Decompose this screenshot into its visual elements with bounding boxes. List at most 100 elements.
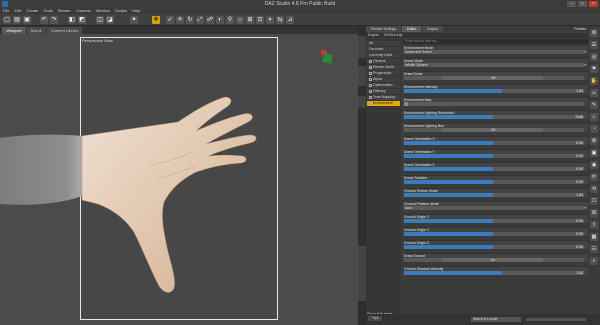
slider-value[interactable]: 0.00 <box>576 180 583 184</box>
minimize-button[interactable]: – <box>567 1 576 7</box>
translate-icon[interactable]: ✛ <box>176 16 184 24</box>
slider-value[interactable]: 1.00 <box>576 89 583 93</box>
toggle-button[interactable]: Off <box>443 76 543 80</box>
expand-icon[interactable] <box>369 71 372 75</box>
pane-toggle-icon[interactable]: ☷ <box>590 245 598 253</box>
property-dropdown[interactable]: Infinite Sphere <box>404 63 584 67</box>
pane-toggle-icon[interactable]: ✎ <box>590 101 598 109</box>
scale-icon[interactable]: ⤢ <box>196 16 204 24</box>
expand-icon[interactable] <box>369 59 372 63</box>
slider-value[interactable]: 0.00 <box>576 154 583 158</box>
filter-input[interactable]: Enter text to filter by... <box>403 39 588 44</box>
active-pose-icon[interactable]: ☍ <box>206 16 214 24</box>
expand-icon[interactable] <box>369 95 372 99</box>
tree-item-general[interactable]: General <box>367 59 400 64</box>
pane-toggle-icon[interactable]: ⟳ <box>590 173 598 181</box>
render-settings-icon[interactable]: ◩ <box>78 16 86 24</box>
aux-viewport-icon[interactable]: ◪ <box>106 16 114 24</box>
pane-toggle-icon[interactable]: ⟲ <box>590 185 598 193</box>
tab-content-library[interactable]: Content Library <box>46 27 83 34</box>
transfer-icon[interactable]: ⇆ <box>276 16 284 24</box>
pane-toggle-icon[interactable]: ⚑ <box>590 65 598 73</box>
property-dropdown[interactable]: Auto <box>404 206 584 210</box>
slider-value[interactable]: 1.00 <box>576 193 583 197</box>
region-navigator-icon[interactable]: ⊞ <box>246 16 254 24</box>
surface-selection-icon[interactable]: ◐ <box>216 16 224 24</box>
pane-toggle-icon[interactable]: ✋ <box>590 77 598 85</box>
pane-toggle-icon[interactable]: ⚙ <box>590 137 598 145</box>
geometry-editor-icon[interactable]: ⊡ <box>256 16 264 24</box>
save-icon[interactable]: ▣ <box>23 16 31 24</box>
node-weight-icon[interactable]: ⋄ <box>266 16 274 24</box>
tab-tips[interactable]: Tips <box>368 316 383 321</box>
view-cube[interactable] <box>320 50 334 64</box>
tab-engine[interactable]: Engine <box>422 26 444 32</box>
pane-toggle-icon[interactable]: ⇧ <box>590 221 598 229</box>
pane-toggle-icon[interactable]: ☺ <box>590 89 598 97</box>
tree-item-filtering[interactable]: Filtering <box>367 89 400 94</box>
presets-button[interactable]: Presets <box>574 27 586 31</box>
pane-toggle-icon[interactable]: ☒ <box>590 209 598 217</box>
tab-editor[interactable]: Editor <box>402 26 422 32</box>
joint-editor-icon[interactable]: ⚲ <box>226 16 234 24</box>
3d-viewport[interactable]: Perspective View <box>0 34 358 325</box>
expand-icon[interactable] <box>369 65 372 69</box>
tree-item-environment[interactable]: Environment <box>367 101 400 106</box>
side-tab-1[interactable] <box>358 36 366 58</box>
toggle-button[interactable]: On <box>443 258 543 262</box>
slider-value[interactable]: 1.00 <box>576 271 583 275</box>
selection-mode-select[interactable]: Select & Locate <box>471 317 521 322</box>
tab-viewport[interactable]: Viewport <box>2 27 26 34</box>
redo-icon[interactable]: ↷ <box>50 16 58 24</box>
tree-item-currently-used[interactable]: Currently Used <box>367 53 400 58</box>
slider-value[interactable]: 0.00 <box>576 232 583 236</box>
camera-icon[interactable]: ✦ <box>130 16 138 24</box>
pane-toggle-icon[interactable]: ◎ <box>590 53 598 61</box>
tab-render-settings[interactable]: Render Settings <box>366 26 402 32</box>
expand-icon[interactable] <box>369 77 372 81</box>
chevron-down-icon[interactable]: ▾ <box>584 50 586 54</box>
pane-toggle-icon[interactable]: ⌕ <box>590 257 598 265</box>
pane-toggle-icon[interactable]: ☐ <box>590 197 598 205</box>
pane-toggle-icon[interactable]: ▣ <box>590 149 598 157</box>
property-dropdown[interactable]: Dome and Scene <box>404 50 584 54</box>
property-control[interactable] <box>404 102 584 106</box>
rotate-icon[interactable]: ↻ <box>186 16 194 24</box>
expand-icon[interactable] <box>369 101 372 105</box>
maximize-button[interactable]: □ <box>578 1 587 7</box>
expand-icon[interactable] <box>369 89 372 93</box>
tree-item-optimization[interactable]: Optimization <box>367 83 400 88</box>
side-tab-3[interactable] <box>358 96 366 108</box>
open-icon[interactable]: ▤ <box>13 16 21 24</box>
chevron-down-icon[interactable]: ▾ <box>584 206 586 210</box>
slider-value[interactable]: 0.00 <box>576 219 583 223</box>
slider-value[interactable]: 2048 <box>575 115 583 119</box>
side-tab-2[interactable] <box>358 66 366 86</box>
tab-scene[interactable]: Scene <box>26 27 46 34</box>
tree-item-render-mode[interactable]: Render Mode <box>367 65 400 70</box>
pane-toggle-icon[interactable]: ☰ <box>590 41 598 49</box>
map-swatch-icon[interactable] <box>404 102 408 106</box>
pane-toggle-icon[interactable]: ◔ <box>590 125 598 133</box>
node-selection-icon[interactable]: ➶ <box>166 16 174 24</box>
pane-toggle-icon[interactable]: ⚙ <box>590 29 598 37</box>
tree-item-progressive-rendering[interactable]: Progressive Rendering <box>367 71 400 80</box>
spotlight-icon[interactable]: ☼ <box>236 16 244 24</box>
tree-item-all[interactable]: All <box>367 41 400 46</box>
pane-toggle-icon[interactable]: ▦ <box>590 233 598 241</box>
tree-item-favorites[interactable]: Favorites <box>367 47 400 52</box>
expand-icon[interactable] <box>369 83 372 87</box>
close-button[interactable]: × <box>589 1 598 7</box>
toggle-button[interactable]: Off <box>443 128 543 132</box>
spot-render-icon[interactable]: ◫ <box>96 16 104 24</box>
side-tab-4[interactable] <box>358 246 366 301</box>
undo-icon[interactable]: ↶ <box>40 16 48 24</box>
render-icon[interactable]: ◧ <box>68 16 76 24</box>
slider-value[interactable]: 0.00 <box>576 245 583 249</box>
chevron-down-icon[interactable]: ▾ <box>584 63 586 67</box>
hand-model[interactable] <box>0 34 358 325</box>
measure-icon[interactable]: ⊿ <box>286 16 294 24</box>
engine-select[interactable]: NVIDIA Iray <box>384 33 402 38</box>
universal-tool-icon[interactable]: ✥ <box>152 16 160 24</box>
tree-item-tone-mapping[interactable]: Tone Mapping <box>367 95 400 100</box>
